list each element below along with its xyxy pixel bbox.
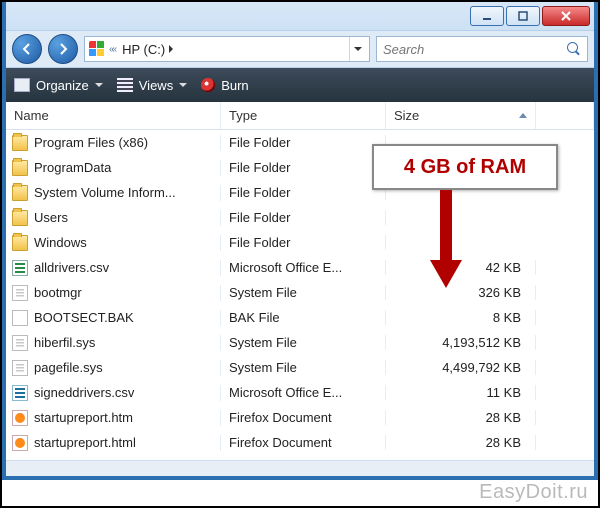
table-row[interactable]: signeddrivers.csv Microsoft Office E... 11… [6, 380, 594, 405]
file-name: ProgramData [34, 160, 111, 175]
file-type: BAK File [229, 310, 280, 325]
search-box[interactable] [376, 36, 588, 62]
sys-icon [12, 335, 28, 351]
caret-down-icon [354, 47, 362, 51]
bak-icon [12, 310, 28, 326]
file-type: Firefox Document [229, 435, 332, 450]
file-type: Microsoft Office E... [229, 385, 342, 400]
address-dropdown[interactable] [349, 37, 365, 61]
search-icon [567, 42, 581, 56]
file-type: Microsoft Office E... [229, 260, 342, 275]
column-name[interactable]: Name [6, 102, 221, 129]
organize-label: Organize [36, 78, 89, 93]
chevron-right-icon [169, 45, 173, 53]
file-type: File Folder [229, 160, 290, 175]
caret-down-icon [95, 83, 103, 87]
views-icon [117, 78, 133, 92]
folder-icon [12, 135, 28, 151]
file-size: 4,193,512 KB [442, 335, 521, 350]
file-size: 11 KB [487, 385, 521, 400]
file-name: startupreport.htm [34, 410, 133, 425]
file-size: 326 KB [478, 285, 521, 300]
annotation-text: 4 GB of RAM [404, 156, 526, 179]
windows-flag-icon [89, 41, 105, 57]
burn-button[interactable]: Burn [201, 78, 248, 93]
file-type: System File [229, 285, 297, 300]
column-headers: Name Type Size [6, 102, 594, 130]
file-name: alldrivers.csv [34, 260, 109, 275]
ff-icon [12, 410, 28, 426]
watermark: EasyDoit.ru [479, 481, 588, 504]
breadcrumb-drive[interactable]: HP (C:) [122, 42, 165, 57]
table-row[interactable]: BOOTSECT.BAK BAK File 8 KB [6, 305, 594, 330]
file-type: File Folder [229, 210, 290, 225]
table-row[interactable]: bootmgr System File 326 KB [6, 280, 594, 305]
sort-ascending-icon [519, 113, 527, 118]
folder-icon [12, 210, 28, 226]
close-button[interactable] [542, 6, 590, 26]
file-type: System File [229, 335, 297, 350]
status-bar [6, 460, 594, 476]
file-type: File Folder [229, 185, 290, 200]
explorer-window: «« HP (C:) Organize Views [2, 2, 598, 480]
file-name: hiberfil.sys [34, 335, 95, 350]
file-name: System Volume Inform... [34, 185, 176, 200]
file-size: 4,499,792 KB [442, 360, 521, 375]
table-row[interactable]: hiberfil.sys System File 4,193,512 KB [6, 330, 594, 355]
column-type[interactable]: Type [221, 102, 386, 129]
annotation-callout: 4 GB of RAM [372, 144, 558, 190]
organize-button[interactable]: Organize [14, 78, 103, 93]
file-type: Firefox Document [229, 410, 332, 425]
breadcrumb-overflow-icon: «« [109, 44, 114, 55]
file-name: startupreport.html [34, 435, 136, 450]
table-row[interactable]: alldrivers.csv Microsoft Office E... 42 KB [6, 255, 594, 280]
views-button[interactable]: Views [117, 78, 187, 93]
file-type: File Folder [229, 135, 290, 150]
folder-icon [12, 160, 28, 176]
file-name: bootmgr [34, 285, 82, 300]
sys-icon [12, 360, 28, 376]
table-row[interactable]: startupreport.html Firefox Document 28 KB [6, 430, 594, 455]
window-titlebar [6, 2, 594, 30]
file-name: pagefile.sys [34, 360, 103, 375]
file-size: 8 KB [493, 310, 521, 325]
file-type: File Folder [229, 235, 290, 250]
file-name: signeddrivers.csv [34, 385, 134, 400]
maximize-button[interactable] [506, 6, 540, 26]
file-type: System File [229, 360, 297, 375]
column-spacer [536, 102, 594, 129]
views-label: Views [139, 78, 173, 93]
search-input[interactable] [383, 42, 561, 57]
caret-down-icon [179, 83, 187, 87]
burn-icon [201, 78, 215, 92]
table-row[interactable]: startupreport.htm Firefox Document 28 KB [6, 405, 594, 430]
folder-icon [12, 185, 28, 201]
burn-label: Burn [221, 78, 248, 93]
table-row[interactable]: Windows File Folder [6, 230, 594, 255]
table-row[interactable]: Users File Folder [6, 205, 594, 230]
file-name: Program Files (x86) [34, 135, 148, 150]
file-size: 28 KB [486, 410, 521, 425]
address-bar[interactable]: «« HP (C:) [84, 36, 370, 62]
xml-icon [12, 385, 28, 401]
file-size: 28 KB [486, 435, 521, 450]
file-name: BOOTSECT.BAK [34, 310, 134, 325]
file-size: 42 KB [486, 260, 521, 275]
file-name: Users [34, 210, 68, 225]
command-toolbar: Organize Views Burn [6, 68, 594, 102]
sys-icon [12, 285, 28, 301]
back-button[interactable] [12, 34, 42, 64]
folder-icon [12, 235, 28, 251]
ff-icon [12, 435, 28, 451]
table-row[interactable]: pagefile.sys System File 4,499,792 KB [6, 355, 594, 380]
csv-icon [12, 260, 28, 276]
forward-button[interactable] [48, 34, 78, 64]
file-name: Windows [34, 235, 87, 250]
minimize-button[interactable] [470, 6, 504, 26]
organize-icon [14, 78, 30, 92]
column-size[interactable]: Size [386, 102, 536, 129]
navigation-bar: «« HP (C:) [6, 30, 594, 68]
